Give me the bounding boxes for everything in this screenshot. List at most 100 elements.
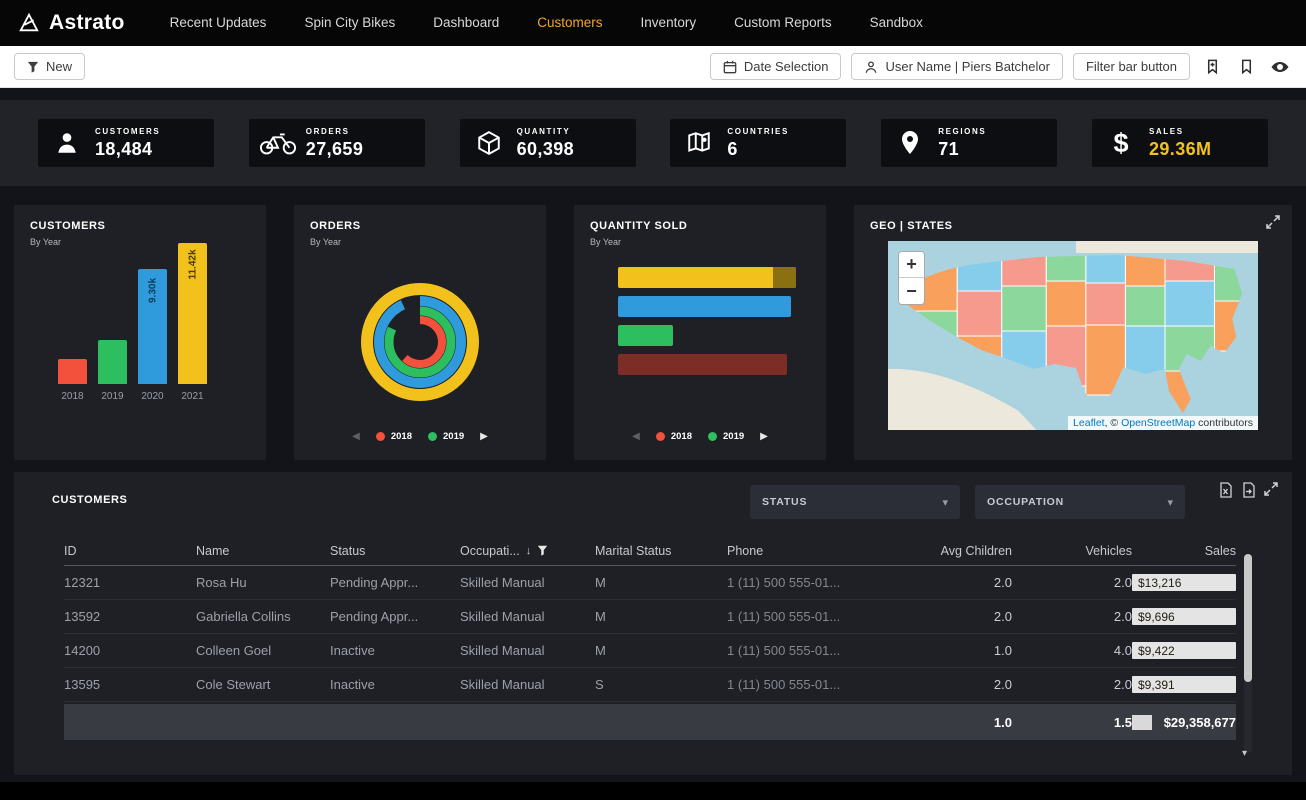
kpi-band: CUSTOMERS18,484 ORDERS27,659 QUANTITY60,… <box>0 100 1306 186</box>
scrollbar-thumb[interactable] <box>1244 554 1252 682</box>
bookmark-icon[interactable] <box>1234 55 1258 79</box>
bar-2020[interactable]: 9.30k <box>138 269 167 384</box>
cell-occupation: Skilled Manual <box>460 677 595 692</box>
scrollbar-down-arrow[interactable]: ▾ <box>1242 748 1247 759</box>
date-selection-button[interactable]: Date Selection <box>710 53 842 80</box>
hbar-2018[interactable] <box>618 354 787 375</box>
customers-bar-chart[interactable]: 201820199.30k202011.42k2021 <box>58 252 207 402</box>
legend-next-arrow[interactable]: ▶ <box>760 431 768 442</box>
quantity-chart-card: QUANTITY SOLD By Year ◀ 2018 2019 ▶ <box>574 205 826 460</box>
cell-sales: $13,216 <box>1132 574 1236 591</box>
cell-marital: M <box>595 609 727 624</box>
brand-logo[interactable]: Astrato <box>18 11 125 35</box>
geo-states-card: GEO | STATES <box>854 205 1292 460</box>
export-file-icon[interactable] <box>1241 482 1256 498</box>
kpi-value: 71 <box>938 139 986 160</box>
map-canvas[interactable] <box>888 241 1258 430</box>
column-header-avg-children[interactable]: Avg Children <box>902 544 1012 558</box>
bookmark-add-icon[interactable] <box>1200 55 1224 79</box>
customers-chart-card: CUSTOMERS By Year 201820199.30k202011.42… <box>14 205 266 460</box>
legend-item-2019[interactable]: 2019 <box>428 431 464 442</box>
export-excel-icon[interactable] <box>1218 482 1233 498</box>
nav-item-dashboard[interactable]: Dashboard <box>414 0 518 46</box>
table-row[interactable]: 14200 Colleen Goel Inactive Skilled Manu… <box>64 634 1236 668</box>
legend-item-2018[interactable]: 2018 <box>376 431 412 442</box>
cell-id: 12321 <box>64 575 196 590</box>
legend-item-2018[interactable]: 2018 <box>656 431 692 442</box>
zoom-out-button[interactable]: − <box>899 278 924 304</box>
cell-avg-children: 1.0 <box>902 643 1012 658</box>
customers-table-card: CUSTOMERS STATUS ▾ OCCUPATION ▾ ID Name … <box>14 472 1292 775</box>
kpi-orders[interactable]: ORDERS27,659 <box>249 119 425 167</box>
orders-donut-chart[interactable] <box>355 277 485 407</box>
expand-icon[interactable] <box>1266 215 1280 229</box>
occupation-filter-label: OCCUPATION <box>987 496 1064 508</box>
kpi-countries[interactable]: COUNTRIES6 <box>670 119 846 167</box>
column-filter-icon[interactable] <box>537 545 548 556</box>
bar-2019[interactable] <box>98 340 127 384</box>
table-scrollbar[interactable]: ▾ <box>1244 554 1252 753</box>
column-header-id[interactable]: ID <box>64 544 196 558</box>
column-header-occupation[interactable]: Occupati... ↓ <box>460 544 595 558</box>
column-header-status[interactable]: Status <box>330 544 460 558</box>
nav-item-inventory[interactable]: Inventory <box>622 0 716 46</box>
kpi-customers[interactable]: CUSTOMERS18,484 <box>38 119 214 167</box>
nav-item-customers[interactable]: Customers <box>518 0 621 46</box>
column-header-sales[interactable]: Sales <box>1132 544 1236 558</box>
legend-dot <box>708 432 717 441</box>
bar-2021[interactable]: 11.42k <box>178 243 207 384</box>
kpi-regions[interactable]: REGIONS71 <box>881 119 1057 167</box>
user-button[interactable]: User Name | Piers Batchelor <box>851 53 1063 80</box>
kpi-quantity[interactable]: QUANTITY60,398 <box>460 119 636 167</box>
user-label: User Name | Piers Batchelor <box>885 59 1050 74</box>
attribution-text: contributors <box>1195 417 1253 429</box>
cell-name: Rosa Hu <box>196 575 330 590</box>
occupation-filter-dropdown[interactable]: OCCUPATION ▾ <box>975 485 1185 519</box>
brand-name: Astrato <box>49 11 125 35</box>
cell-avg-children: 2.0 <box>902 677 1012 692</box>
table-row[interactable]: 12321 Rosa Hu Pending Appr... Skilled Ma… <box>64 566 1236 600</box>
hbar-2020[interactable] <box>618 296 791 317</box>
hbar-2021[interactable] <box>618 267 796 288</box>
cell-vehicles: 2.0 <box>1012 677 1132 692</box>
donut-ring-2018[interactable] <box>398 320 442 364</box>
column-header-vehicles[interactable]: Vehicles <box>1012 544 1132 558</box>
hbar-2019[interactable] <box>618 325 673 346</box>
status-filter-dropdown[interactable]: STATUS ▾ <box>750 485 960 519</box>
quantity-bar-chart[interactable] <box>618 267 796 383</box>
bar-2018[interactable] <box>58 359 87 384</box>
table-row[interactable]: 13595 Cole Stewart Inactive Skilled Manu… <box>64 668 1236 702</box>
table-actions <box>1218 482 1278 498</box>
cell-sales: $9,391 <box>1132 676 1236 693</box>
nav-item-recent-updates[interactable]: Recent Updates <box>151 0 286 46</box>
quantity-legend: ◀ 2018 2019 ▶ <box>574 431 826 442</box>
legend-prev-arrow[interactable]: ◀ <box>352 431 360 442</box>
chevron-down-icon: ▾ <box>942 496 948 509</box>
legend-next-arrow[interactable]: ▶ <box>480 431 488 442</box>
nav-item-spin-city-bikes[interactable]: Spin City Bikes <box>285 0 414 46</box>
column-header-name[interactable]: Name <box>196 544 330 558</box>
column-header-marital-status[interactable]: Marital Status <box>595 544 727 558</box>
leaflet-link[interactable]: Leaflet <box>1073 417 1105 429</box>
sales-bar: $9,422 <box>1132 642 1236 659</box>
sales-value: $13,216 <box>1138 576 1181 590</box>
legend-prev-arrow[interactable]: ◀ <box>632 431 640 442</box>
openstreetmap-link[interactable]: OpenStreetMap <box>1121 417 1195 429</box>
expand-icon[interactable] <box>1264 482 1278 498</box>
kpi-value: 60,398 <box>517 139 574 160</box>
filter-bar-button[interactable]: Filter bar button <box>1073 53 1190 80</box>
kpi-sales[interactable]: $ SALES29.36M <box>1092 119 1268 167</box>
kpi-label: CUSTOMERS <box>95 127 160 136</box>
us-states-map[interactable]: + − Leaflet, © OpenStreetMap contributor… <box>888 241 1258 430</box>
legend-item-2019[interactable]: 2019 <box>708 431 744 442</box>
zoom-in-button[interactable]: + <box>899 252 924 278</box>
new-filter-button[interactable]: New <box>14 53 85 80</box>
sort-descending-icon[interactable]: ↓ <box>526 545 532 557</box>
eye-icon[interactable] <box>1268 55 1292 79</box>
filter-bar-label: Filter bar button <box>1086 59 1177 74</box>
chart-title: CUSTOMERS <box>30 220 250 232</box>
nav-item-sandbox[interactable]: Sandbox <box>851 0 942 46</box>
column-header-phone[interactable]: Phone <box>727 544 902 558</box>
table-row[interactable]: 13592 Gabriella Collins Pending Appr... … <box>64 600 1236 634</box>
nav-item-custom-reports[interactable]: Custom Reports <box>715 0 851 46</box>
